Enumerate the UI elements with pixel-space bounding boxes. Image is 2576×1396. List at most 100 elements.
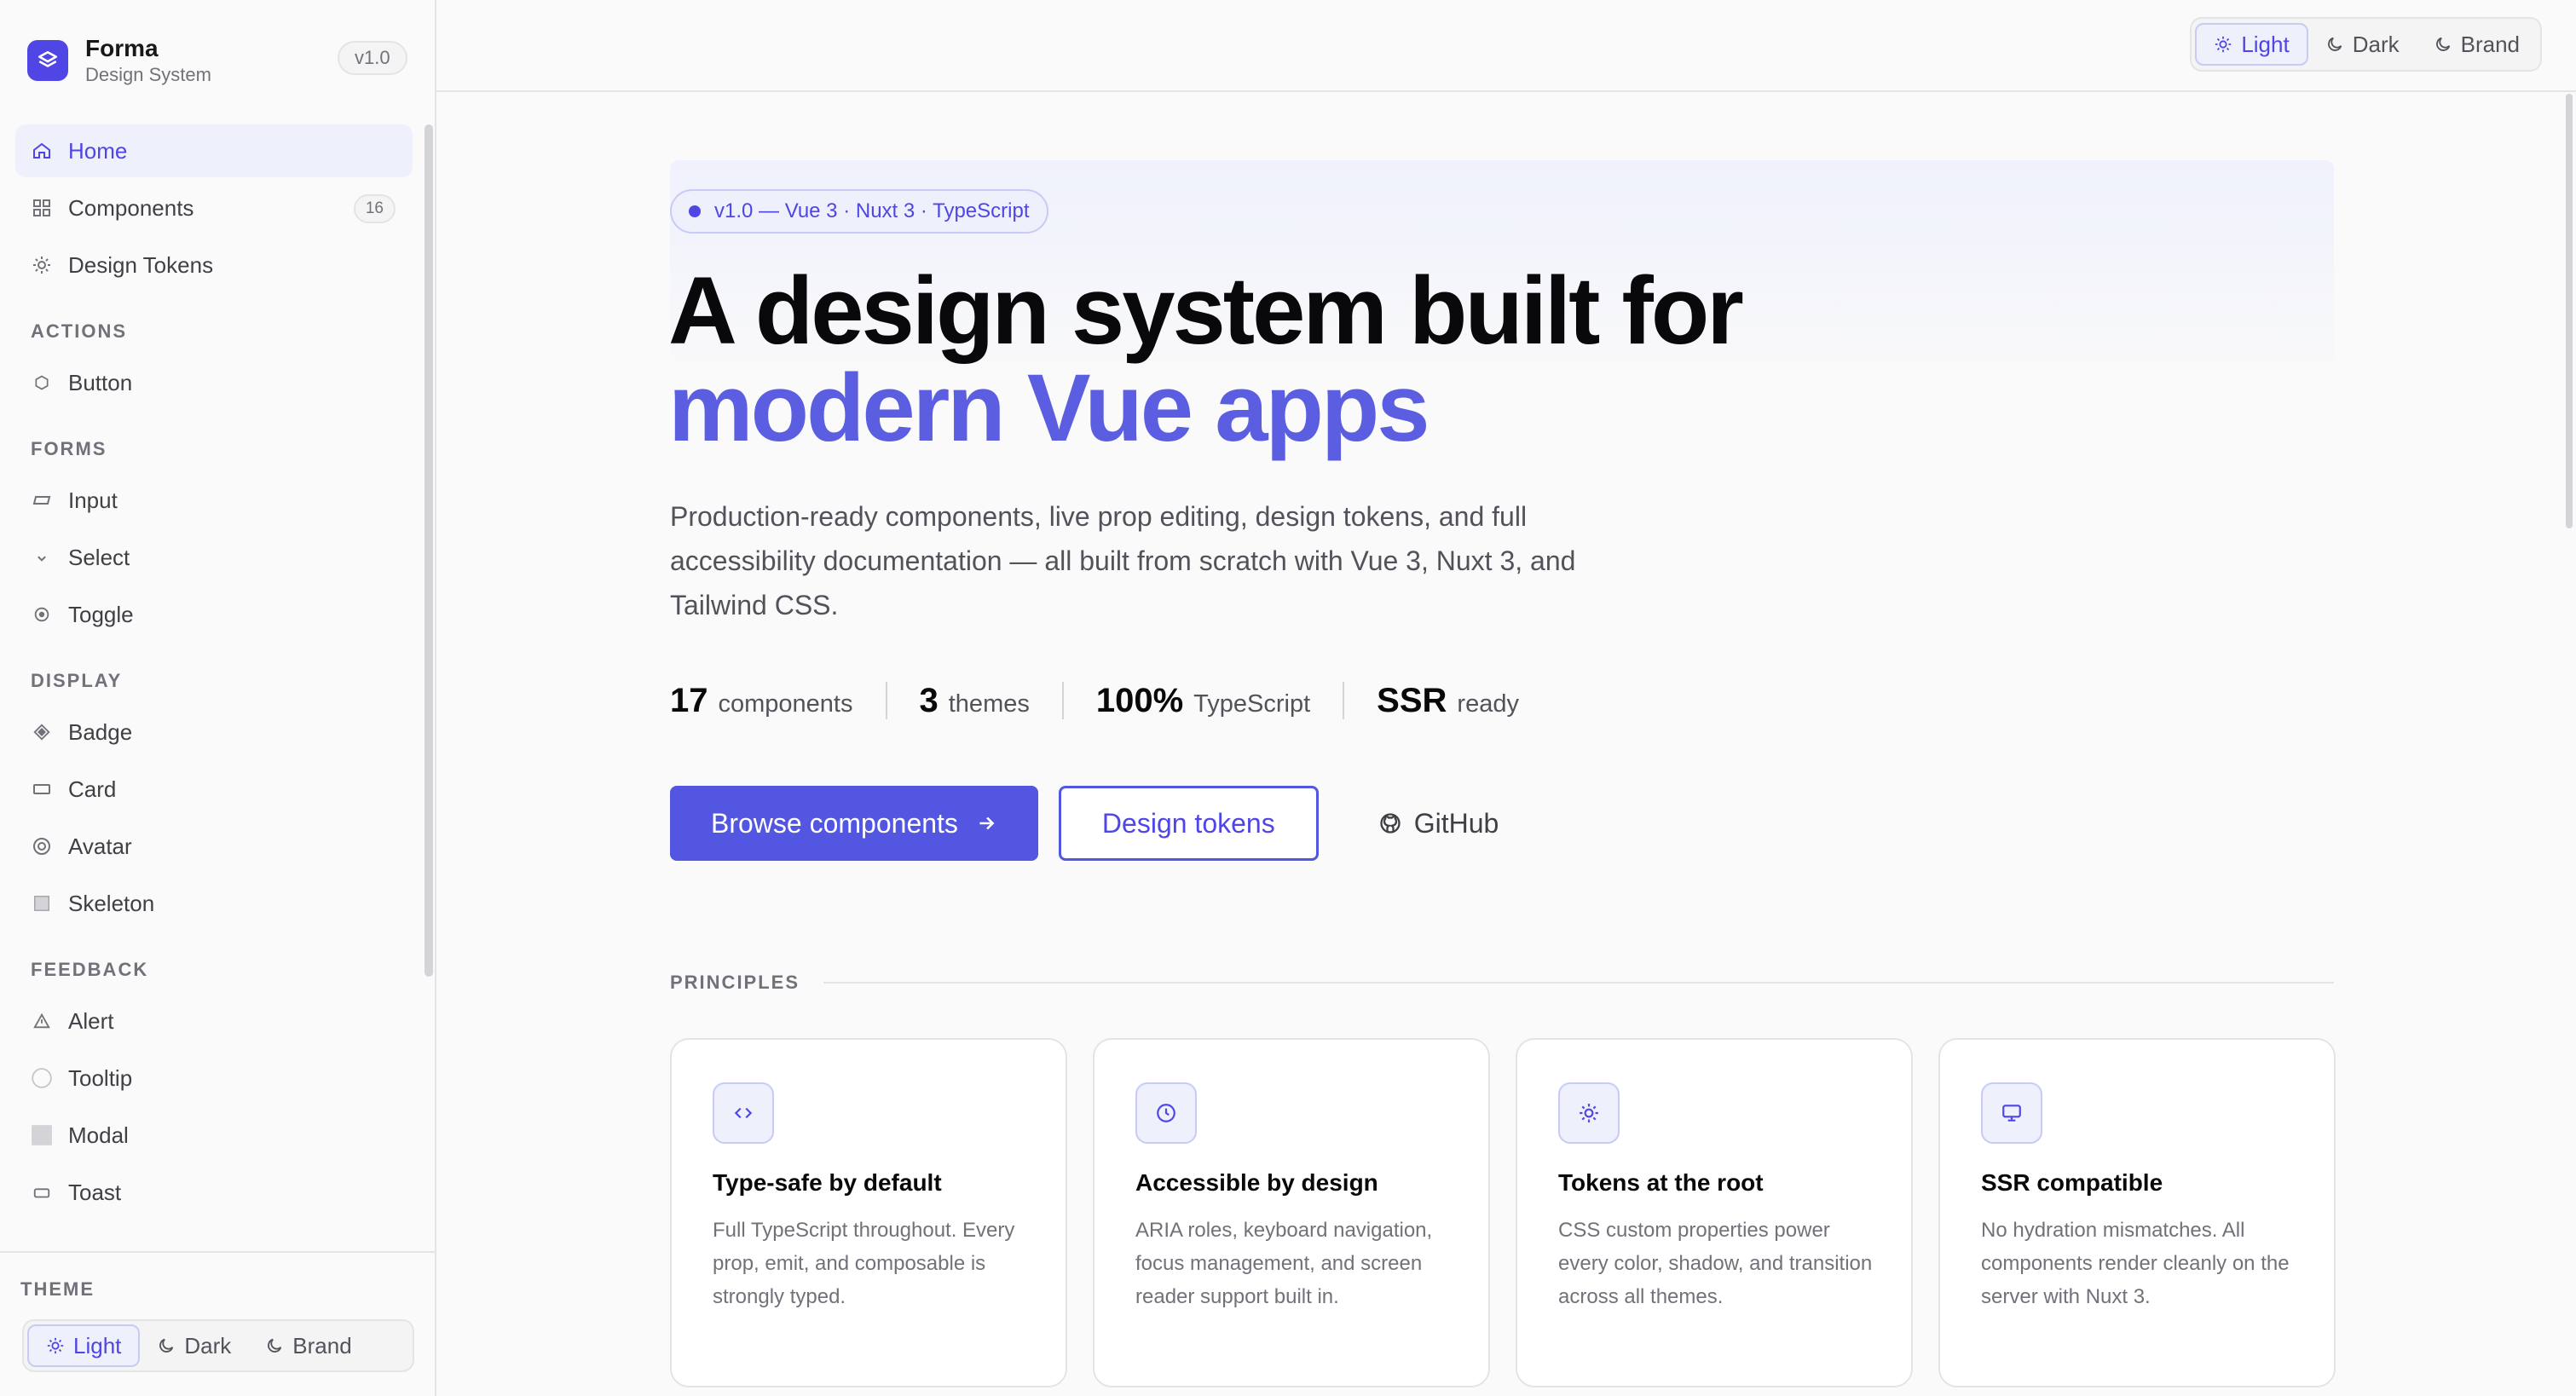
sidebar-scrollbar[interactable] [425,124,433,977]
header-theme-switch: Light Dark Brand [2190,17,2542,72]
card-text: ARIA roles, keyboard navigation, focus m… [1135,1219,1433,1308]
stat-typescript: 100% TypeScript [1061,682,1343,719]
sun-icon [1558,1082,1620,1144]
card-title: SSR compatible [1981,1169,2163,1196]
sidebar-item-label: Select [68,544,130,570]
theme-brand-button[interactable]: Brand [248,1324,368,1367]
monitor-icon [1981,1082,2042,1144]
button-label: GitHub [1413,807,1499,839]
avatar-icon [31,835,53,857]
card-icon [31,778,53,800]
stat-ssr: SSR ready [1343,682,1551,719]
theme-light-button[interactable]: Light [27,1324,141,1367]
nav-section-display: DISPLAY [31,670,123,691]
button-label: Browse components [711,807,958,839]
sidebar-item-label: Skeleton [68,890,155,916]
sidebar-item-label: Input [68,487,118,513]
grid-icon [31,197,53,219]
stat-components: 17 components [670,682,886,719]
hero-title: A design system built for modern Vue app… [668,262,1744,461]
hexagon-icon [31,372,53,394]
principles-heading: PRINCIPLES [670,972,2334,994]
cta-row: Browse components Design tokens GitHub [670,786,1499,861]
divider [823,982,2334,984]
hero-title-line2: modern Vue apps [668,355,1430,461]
card-text: Full TypeScript throughout. Every prop, … [713,1219,1015,1308]
version-badge: v1.0 [338,41,407,75]
theme-option-label: Dark [2352,31,2400,57]
code-icon [713,1082,774,1144]
main-scrollbar[interactable] [2566,94,2573,528]
theme-option-label: Dark [184,1332,232,1359]
stat-value: 17 [670,682,708,719]
sidebar-item-alert[interactable]: Alert [15,995,413,1047]
button-label: Design tokens [1101,807,1275,839]
sidebar-item-label: Toggle [68,601,134,627]
stat-label: TypeScript [1193,690,1311,718]
sidebar-item-components[interactable]: Components 16 [15,182,413,234]
moon-icon [268,1338,282,1353]
version-announcement-badge: v1.0 — Vue 3 · Nuxt 3 · TypeScript [670,189,1048,234]
nav-section-forms: FORMS [31,438,107,459]
browse-components-button[interactable]: Browse components [670,786,1038,861]
principles-cards: Type-safe by default Full TypeScript thr… [670,1038,2336,1387]
stat-label: components [718,690,853,718]
stat-value: 3 [919,682,939,719]
sun-icon [47,1337,64,1354]
sidebar-nav: Home Components 16 Design Tokens ACTIONS… [15,124,413,1232]
sidebar-item-label: Tooltip [68,1064,133,1091]
toggle-icon [31,603,53,626]
toast-icon [31,1181,53,1203]
moon-icon [2435,37,2450,51]
sidebar-item-avatar[interactable]: Avatar [15,820,413,873]
theme-light-button[interactable]: Light [2195,23,2308,66]
sidebar-item-design-tokens[interactable]: Design Tokens [15,239,413,291]
theme-option-label: Brand [2460,31,2520,57]
stat-label: themes [948,690,1030,718]
sidebar-item-card[interactable]: Card [15,763,413,816]
stat-label: ready [1457,690,1519,718]
sidebar-item-input[interactable]: Input [15,474,413,527]
moon-icon [2327,37,2342,51]
sidebar-item-badge[interactable]: Badge [15,706,413,759]
sidebar-item-tooltip[interactable]: Tooltip [15,1052,413,1105]
sidebar-item-label: Modal [68,1122,129,1148]
principle-card-type-safe: Type-safe by default Full TypeScript thr… [670,1038,1067,1387]
sidebar-item-toggle[interactable]: Toggle [15,588,413,641]
theme-brand-button[interactable]: Brand [2417,23,2537,66]
chevron-down-icon [31,546,53,568]
brand[interactable]: Forma Design System [27,34,211,87]
card-text: CSS custom properties power every color,… [1558,1219,1873,1308]
theme-option-label: Brand [292,1332,352,1359]
principle-card-tokens: Tokens at the root CSS custom properties… [1516,1038,1913,1387]
sidebar: Forma Design System v1.0 Home Components… [0,0,436,1396]
sidebar-item-label: Alert [68,1007,114,1034]
stat-themes: 3 themes [885,682,1062,719]
sidebar-item-skeleton[interactable]: Skeleton [15,877,413,930]
home-icon [31,140,53,162]
theme-option-label: Light [2241,31,2290,57]
theme-option-label: Light [73,1332,122,1359]
theme-dark-button[interactable]: Dark [2308,23,2417,66]
sidebar-item-button[interactable]: Button [15,356,413,409]
moon-icon [159,1338,174,1353]
hero-description: Production-ready components, live prop e… [670,501,1576,620]
stat-value: SSR [1377,682,1447,719]
skeleton-icon [31,892,53,914]
sidebar-item-toast[interactable]: Toast [15,1166,413,1219]
principle-card-ssr: SSR compatible No hydration mismatches. … [1938,1038,2336,1387]
sidebar-item-select[interactable]: Select [15,531,413,584]
tooltip-icon [31,1067,53,1089]
badge-label: v1.0 — Vue 3 · Nuxt 3 · TypeScript [714,199,1030,222]
sidebar-item-label: Home [68,137,128,164]
sidebar-item-modal[interactable]: Modal [15,1109,413,1162]
hero-title-line1: A design system built for [668,257,1744,364]
input-icon [31,489,53,511]
arrow-right-icon [979,816,995,830]
theme-dark-button[interactable]: Dark [140,1324,248,1367]
design-tokens-button[interactable]: Design tokens [1058,786,1319,861]
section-title: PRINCIPLES [670,972,800,993]
github-link[interactable]: GitHub [1378,786,1499,861]
status-dot-icon [689,205,701,217]
sidebar-item-home[interactable]: Home [15,124,413,177]
